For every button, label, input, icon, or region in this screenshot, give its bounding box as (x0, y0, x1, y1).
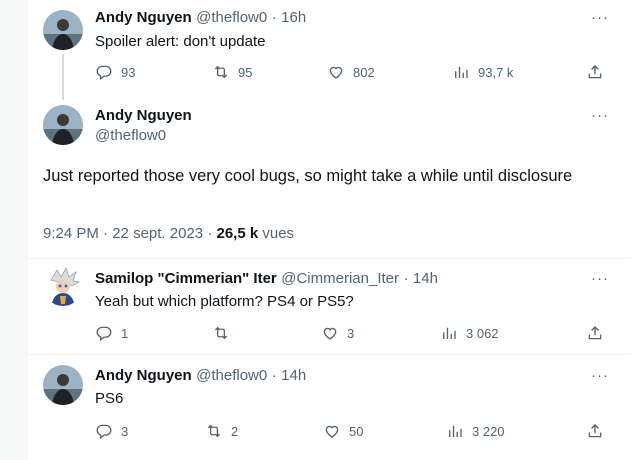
tweet-date[interactable]: 22 sept. 2023 (112, 225, 203, 242)
retweet-icon (212, 324, 230, 342)
like-icon (323, 422, 341, 440)
views-button[interactable]: 3 062 (440, 324, 499, 342)
like-button[interactable]: 50 (323, 422, 363, 440)
views-label: vues (262, 225, 295, 242)
share-icon (586, 63, 604, 81)
like-count: 3 (347, 325, 355, 341)
reply-count: 3 (121, 423, 129, 439)
avatar[interactable] (43, 10, 83, 50)
retweet-icon (205, 422, 223, 440)
tweet-meta: 9:24 PM · 22 sept. 2023 · 26,5 k vues (43, 225, 294, 242)
reply-count: 1 (121, 325, 129, 341)
like-count: 50 (349, 423, 364, 439)
tweet-text: Yeah but which platform? PS4 or PS5? (95, 293, 354, 310)
views-icon (440, 324, 458, 342)
avatar[interactable] (43, 266, 83, 306)
user-handle[interactable]: @theflow0 (196, 9, 267, 26)
retweet-icon (212, 63, 230, 81)
timestamp[interactable]: 14h (413, 270, 438, 287)
timestamp[interactable]: 16h (281, 9, 306, 26)
left-gutter (0, 0, 28, 460)
reply-icon (95, 63, 113, 81)
share-button[interactable] (586, 422, 604, 440)
user-handle[interactable]: @theflow0 (95, 127, 166, 144)
reply-button[interactable]: 3 (95, 422, 128, 440)
reply-icon (95, 324, 113, 342)
more-icon[interactable]: ··· (591, 367, 609, 384)
display-name[interactable]: Andy Nguyen (95, 367, 192, 384)
tweet-header: Andy Nguyen @theflow0 · 16h (95, 9, 306, 27)
reply-count: 93 (121, 64, 136, 80)
views-button[interactable]: 3 220 (446, 422, 505, 440)
tweet-text: PS6 (95, 390, 124, 407)
display-name[interactable]: Samilop "Cimmerian" Iter (95, 270, 277, 287)
more-icon[interactable]: ··· (591, 107, 609, 124)
separator: · (103, 225, 109, 242)
divider (28, 258, 630, 259)
tweet-text: Spoiler alert: don't update (95, 33, 266, 50)
like-button[interactable]: 802 (327, 63, 375, 81)
reply-button[interactable]: 1 (95, 324, 128, 342)
like-icon (321, 324, 339, 342)
like-icon (327, 63, 345, 81)
separator: · (403, 270, 409, 287)
separator: · (271, 9, 277, 26)
share-icon (586, 324, 604, 342)
views-button[interactable]: 93,7 k (452, 63, 513, 81)
views-count: 3 220 (472, 423, 505, 439)
tweet-header: Samilop "Cimmerian" Iter @Cimmerian_Iter… (95, 270, 438, 288)
retweet-count: 2 (231, 423, 239, 439)
more-icon[interactable]: ··· (591, 270, 609, 287)
reply-button[interactable]: 93 (95, 63, 135, 81)
timestamp[interactable]: 14h (281, 367, 306, 384)
display-name[interactable]: Andy Nguyen (95, 107, 192, 124)
separator: · (207, 225, 213, 242)
retweet-button[interactable] (212, 324, 238, 342)
views-icon (452, 63, 470, 81)
views-count: 93,7 k (478, 64, 514, 80)
avatar[interactable] (43, 105, 83, 145)
divider (28, 354, 630, 355)
share-icon (586, 422, 604, 440)
more-icon[interactable]: ··· (591, 9, 609, 26)
display-name[interactable]: Andy Nguyen (95, 9, 192, 26)
avatar[interactable] (43, 365, 83, 405)
like-count: 802 (353, 64, 375, 80)
main-tweet-text: Just reported those very cool bugs, so m… (43, 167, 573, 185)
views-count: 3 062 (466, 325, 499, 341)
views-icon (446, 422, 464, 440)
retweet-button[interactable]: 95 (212, 63, 252, 81)
tweet-time[interactable]: 9:24 PM (43, 225, 99, 242)
retweet-button[interactable]: 2 (205, 422, 238, 440)
separator: · (271, 367, 277, 384)
reply-icon (95, 422, 113, 440)
retweet-count: 95 (238, 64, 253, 80)
share-button[interactable] (586, 63, 604, 81)
tweet-header: Andy Nguyen @theflow0 · 14h (95, 367, 306, 385)
share-button[interactable] (586, 324, 604, 342)
views-count: 26,5 k (216, 225, 259, 242)
thread-line (62, 54, 64, 100)
user-handle[interactable]: @Cimmerian_Iter (281, 270, 399, 287)
user-handle[interactable]: @theflow0 (196, 367, 267, 384)
like-button[interactable]: 3 (321, 324, 354, 342)
